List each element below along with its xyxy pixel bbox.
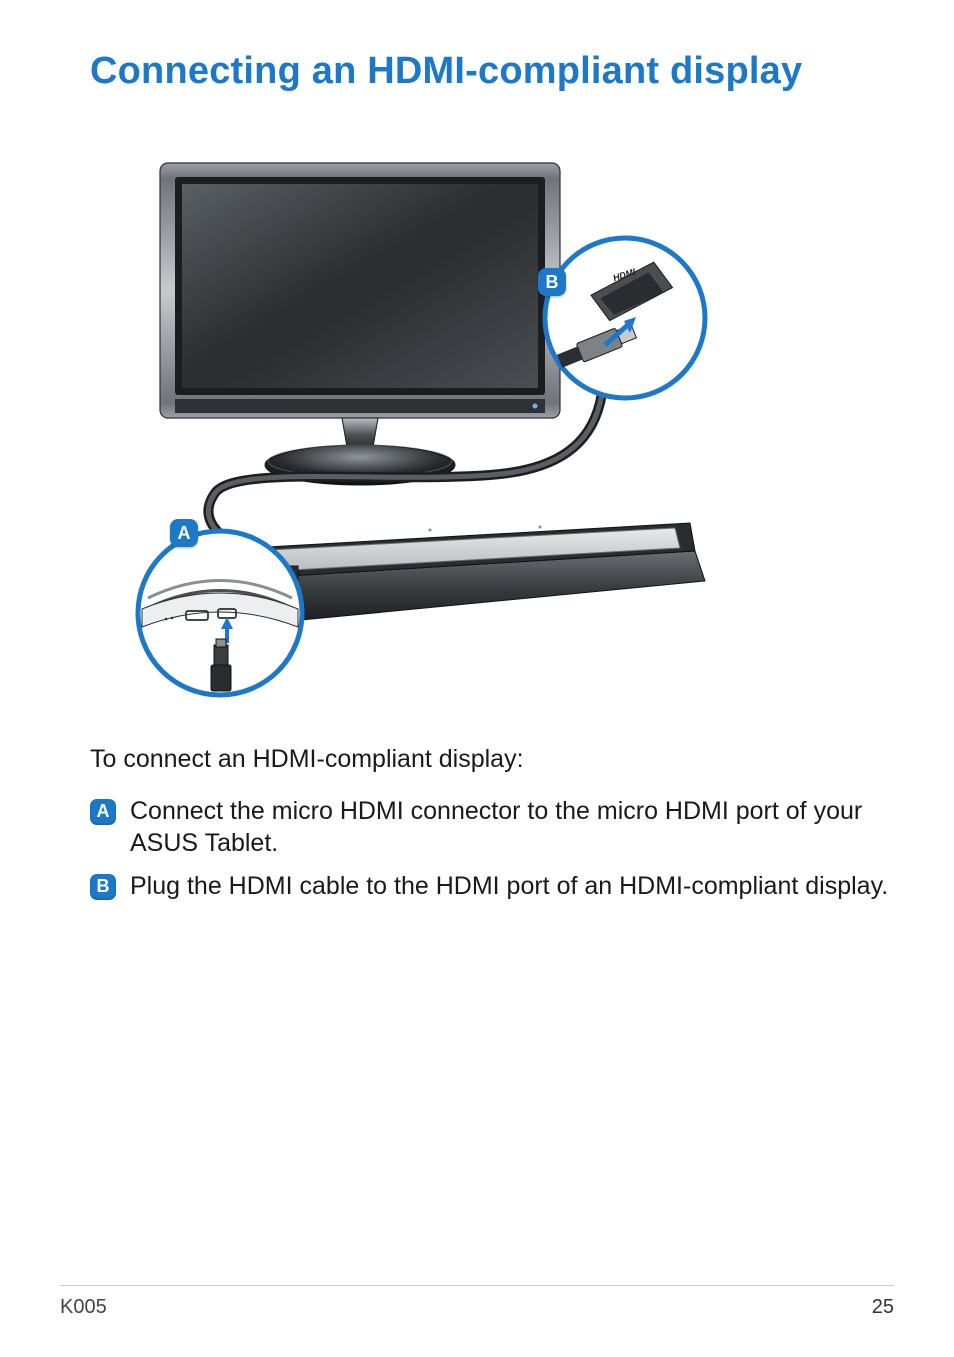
- connection-diagram: HDMI: [120, 153, 715, 703]
- page-footer: K005 25: [60, 1285, 894, 1319]
- step-marker-b: B: [90, 874, 116, 900]
- manual-page: Connecting an HDMI-compliant display: [0, 0, 954, 1357]
- callout-a-marker: A: [170, 519, 198, 547]
- callout-b-marker: B: [538, 268, 566, 296]
- tablet-icon: [250, 523, 705, 623]
- footer-page-number: 25: [872, 1296, 894, 1319]
- monitor-icon: [160, 163, 560, 485]
- step-text-b: Plug the HDMI cable to the HDMI port of …: [130, 870, 894, 903]
- step-text-a: Connect the micro HDMI connector to the …: [130, 795, 894, 860]
- callout-a-detail: [138, 531, 302, 695]
- footer-model: K005: [60, 1296, 107, 1319]
- page-title: Connecting an HDMI-compliant display: [90, 50, 894, 93]
- step-item-a: A Connect the micro HDMI connector to th…: [90, 795, 894, 860]
- callout-b-detail: HDMI: [545, 238, 705, 398]
- step-marker-a: A: [90, 799, 116, 825]
- step-item-b: B Plug the HDMI cable to the HDMI port o…: [90, 870, 894, 903]
- steps-list: A Connect the micro HDMI connector to th…: [90, 795, 894, 903]
- diagram-svg: HDMI: [120, 153, 715, 703]
- steps-intro: To connect an HDMI-compliant display:: [90, 743, 894, 777]
